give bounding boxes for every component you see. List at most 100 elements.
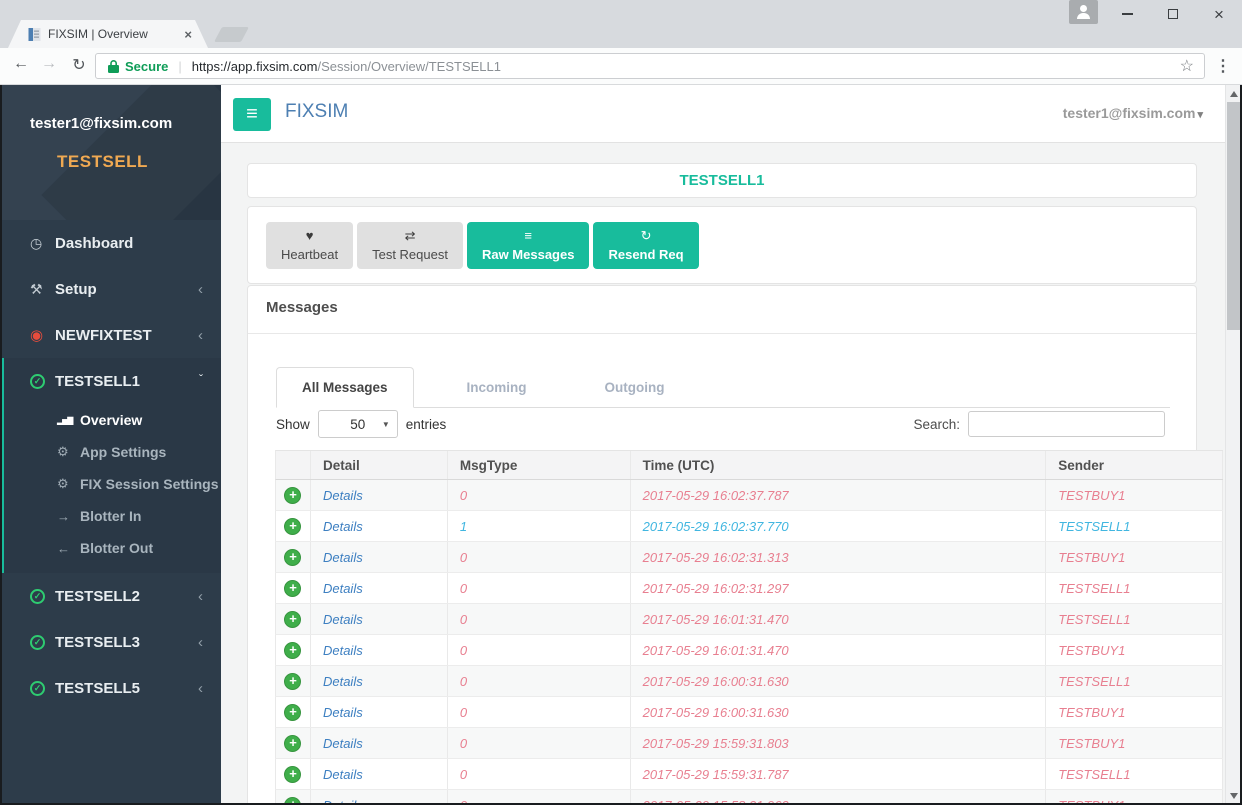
sidebar-item-label: App Settings (80, 444, 167, 460)
sidebar-item-testsell1[interactable]: ✓ TESTSELL1 ˇ (4, 358, 221, 404)
sidebar-item-blotter-out[interactable]: ← Blotter Out (4, 532, 221, 564)
details-link[interactable]: Details (323, 550, 363, 565)
time-cell: 2017-05-29 16:00:31.630 (631, 666, 1047, 696)
expand-cell: + (276, 697, 311, 727)
expand-row-button[interactable]: + (284, 486, 302, 504)
time-cell: 2017-05-29 15:59:31.803 (631, 728, 1047, 758)
details-link[interactable]: Details (323, 674, 363, 689)
expand-row-button[interactable]: + (284, 517, 302, 535)
details-link[interactable]: Details (323, 519, 363, 534)
refresh-icon: ↻ (640, 228, 652, 243)
sidebar-item-newfixtest[interactable]: ◉ NEWFIXTEST ‹ (0, 312, 221, 358)
browser-menu-icon[interactable]: ⋮ (1212, 56, 1234, 76)
expand-row-button[interactable]: + (284, 610, 302, 628)
messages-table: Detail MsgType Time (UTC) Sender + Detail… (275, 450, 1223, 805)
time-cell: 2017-05-29 16:01:31.470 (631, 604, 1047, 634)
search-input[interactable] (968, 411, 1165, 437)
expand-row-button[interactable]: + (284, 548, 302, 566)
app-topbar: ≡ FIXSIM tester1@fixsim.com ▾ (221, 85, 1225, 143)
hamburger-button[interactable]: ≡ (233, 98, 271, 131)
user-menu-label: tester1@fixsim.com (1062, 105, 1196, 121)
sender-cell: TESTSELL1 (1046, 573, 1223, 603)
sidebar-item-dashboard[interactable]: ◷ Dashboard (0, 220, 221, 266)
expand-cell: + (276, 573, 311, 603)
url-domain: https://app.fixsim.com (191, 58, 318, 74)
window-controls: × (1104, 0, 1242, 28)
profile-button[interactable] (1069, 0, 1098, 24)
user-menu[interactable]: tester1@fixsim.com ▾ (1063, 105, 1203, 121)
chevron-down-icon: ˇ (199, 372, 203, 386)
header-detail: Detail (311, 451, 448, 479)
app-brand[interactable]: FIXSIM (285, 101, 348, 123)
raw-messages-button[interactable]: ≡ Raw Messages (466, 222, 590, 269)
msgtype-cell: 0 (448, 635, 631, 665)
record-icon: ◉ (30, 327, 44, 344)
sidebar-item-blotter-in[interactable]: → Blotter In (4, 500, 221, 532)
expand-row-button[interactable]: + (284, 734, 302, 752)
details-link[interactable]: Details (323, 612, 363, 627)
time-cell: 2017-05-29 15:59:31.787 (631, 759, 1047, 789)
test-request-button[interactable]: ⇄ Test Request (357, 222, 463, 269)
arrow-right-icon: → (57, 508, 70, 524)
entries-label: entries (405, 416, 447, 432)
sender-cell: TESTSELL1 (1046, 604, 1223, 634)
details-link[interactable]: Details (323, 705, 363, 720)
bookmark-star-icon[interactable]: ☆ (1180, 56, 1194, 76)
scroll-down-icon[interactable] (1230, 793, 1238, 799)
sidebar-item-label: Blotter Out (80, 540, 154, 556)
sidebar-item-testsell2[interactable]: ✓ TESTSELL2 ‹ (0, 573, 221, 619)
expand-row-button[interactable]: + (284, 579, 302, 597)
secure-label[interactable]: Secure (125, 59, 168, 74)
details-link[interactable]: Details (323, 767, 363, 782)
heartbeat-button[interactable]: ♥ Heartbeat (266, 222, 354, 269)
sidebar-item-label: Blotter In (80, 508, 142, 524)
sidebar-item-label: TESTSELL1 (55, 372, 141, 390)
browser-toolbar: ← → ↻ Secure | https://app.fixsim.com /S… (0, 48, 1242, 85)
sidebar-item-fix-session-settings[interactable]: ⚙ FIX Session Settings (4, 468, 221, 500)
msgtype-cell: 0 (448, 728, 631, 758)
header-msgtype: MsgType (448, 451, 631, 479)
select-caret-icon: ▼ (381, 419, 390, 429)
expand-row-button[interactable]: + (284, 641, 302, 659)
browser-tab[interactable]: FIXSIM | Overview × (8, 20, 208, 48)
forward-button[interactable]: → (36, 55, 62, 73)
new-tab-button[interactable] (214, 27, 249, 42)
sidebar-item-overview[interactable]: ▂▅▇ Overview (4, 404, 221, 436)
scroll-up-icon[interactable] (1230, 91, 1238, 97)
details-link[interactable]: Details (323, 736, 363, 751)
sidebar-user-email: tester1@fixsim.com (30, 115, 173, 132)
table-controls: Show 50 ▼ entries Search: (276, 409, 1170, 439)
expand-row-button[interactable]: + (284, 765, 302, 783)
button-label: Raw Messages (481, 247, 575, 262)
chevron-left-icon: ‹ (198, 679, 203, 697)
details-link[interactable]: Details (323, 488, 363, 503)
resend-req-button[interactable]: ↻ Resend Req (593, 222, 699, 269)
back-button[interactable]: ← (8, 55, 34, 73)
divider (248, 333, 1196, 334)
sidebar-item-app-settings[interactable]: ⚙ App Settings (4, 436, 221, 468)
sidebar-item-setup[interactable]: ⚒ Setup ‹ (0, 266, 221, 312)
minimize-button[interactable] (1104, 0, 1150, 28)
expand-row-button[interactable]: + (284, 672, 302, 690)
refresh-button[interactable]: ↻ (66, 55, 92, 75)
expand-row-button[interactable]: + (284, 703, 302, 721)
header-sender: Sender (1046, 451, 1223, 479)
details-link[interactable]: Details (323, 581, 363, 596)
sidebar-item-testsell3[interactable]: ✓ TESTSELL3 ‹ (0, 619, 221, 665)
tab-close-icon[interactable]: × (184, 27, 192, 42)
page-size-select[interactable]: 50 ▼ (317, 410, 398, 438)
time-cell: 2017-05-29 16:02:31.313 (631, 542, 1047, 572)
heart-icon: ♥ (305, 228, 314, 243)
caret-down-icon: ▾ (1197, 109, 1203, 121)
tab-incoming[interactable]: Incoming (442, 367, 552, 407)
tab-outgoing[interactable]: Outgoing (580, 367, 690, 407)
sidebar-item-label: Setup (55, 280, 97, 298)
sidebar-item-testsell5[interactable]: ✓ TESTSELL5 ‹ (0, 665, 221, 711)
check-circle-icon: ✓ (30, 680, 45, 696)
details-link[interactable]: Details (323, 643, 363, 658)
expand-cell: + (276, 728, 311, 758)
close-button[interactable]: × (1196, 0, 1242, 28)
address-bar[interactable]: Secure | https://app.fixsim.com /Session… (95, 53, 1205, 79)
tab-all-messages[interactable]: All Messages (276, 367, 414, 408)
maximize-button[interactable] (1150, 0, 1196, 28)
